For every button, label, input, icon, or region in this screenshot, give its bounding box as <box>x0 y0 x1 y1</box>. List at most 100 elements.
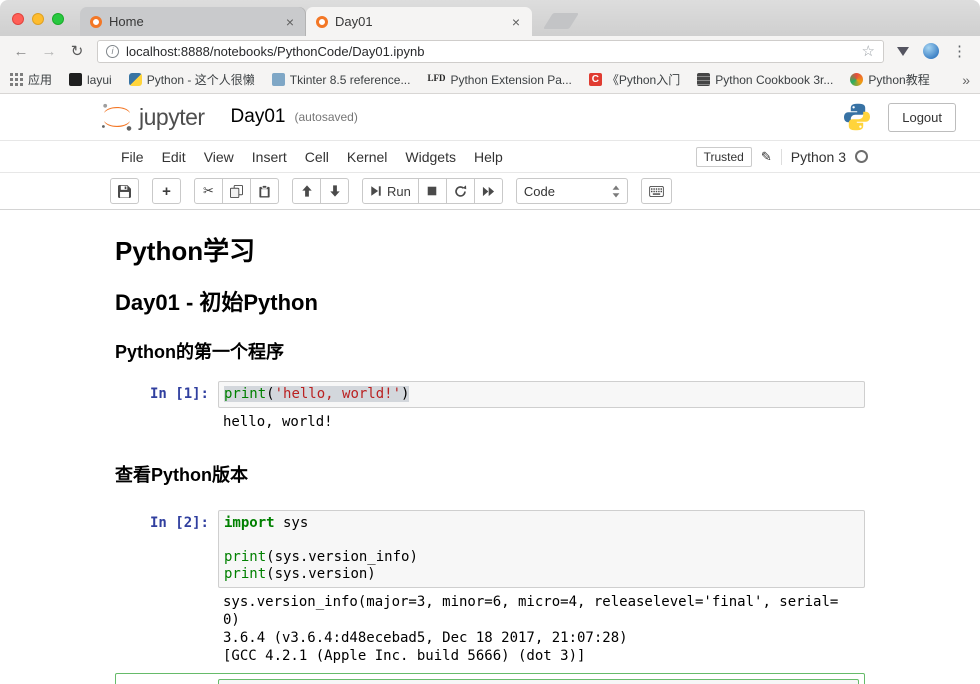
paste-cell-button[interactable] <box>250 178 279 204</box>
cell-output-2: sys.version_info(major=3, minor=6, micro… <box>115 593 865 665</box>
notebook-title[interactable]: Day01 <box>231 106 286 128</box>
bookmark-python-tutorial[interactable]: Python教程 <box>850 71 929 88</box>
bookmark-star-icon[interactable] <box>862 44 875 59</box>
bookmark-tkinter[interactable]: Tkinter 8.5 reference... <box>272 73 411 87</box>
jupyter-logo-text: jupyter <box>139 104 205 131</box>
browser-menu-icon[interactable] <box>948 42 971 60</box>
cell-type-dropdown[interactable]: Code <box>516 178 628 204</box>
header-right: Logout <box>842 102 956 132</box>
bookmark-label: layui <box>87 73 112 87</box>
restart-run-all-button[interactable] <box>474 178 503 204</box>
tab-home[interactable]: Home <box>80 7 306 36</box>
bookmark-python-blog[interactable]: Python - 这个人很懒 <box>129 71 255 88</box>
bookmark-layui[interactable]: layui <box>69 73 112 87</box>
tab-day01[interactable]: Day01 <box>306 7 532 36</box>
book-favicon <box>697 73 710 86</box>
extension-triangle-icon[interactable] <box>897 47 909 56</box>
arrow-down-icon <box>329 185 341 197</box>
forward-button[interactable] <box>37 44 61 59</box>
menu-cell[interactable]: Cell <box>296 143 338 171</box>
divider <box>781 149 782 165</box>
bookmark-cookbook[interactable]: Python Cookbook 3r... <box>697 73 833 87</box>
extension-globe-icon[interactable] <box>923 43 939 59</box>
reload-button[interactable] <box>65 44 89 59</box>
tab-close-icon[interactable] <box>284 15 296 29</box>
notebook-container: Python学习 Day01 - 初始Python Python的第一个程序 I… <box>115 236 865 684</box>
logout-button[interactable]: Logout <box>888 103 956 132</box>
trusted-badge[interactable]: Trusted <box>696 147 752 167</box>
kernel-name: Python 3 <box>791 149 846 165</box>
menu-insert[interactable]: Insert <box>243 143 296 171</box>
restart-kernel-button[interactable] <box>446 178 475 204</box>
input-prompt: In [2]: <box>115 510 218 588</box>
interrupt-kernel-button[interactable] <box>418 178 447 204</box>
bookmark-label: Python教程 <box>868 71 929 88</box>
python-favicon <box>129 73 142 86</box>
cut-cell-button[interactable] <box>194 178 223 204</box>
bookmark-apps[interactable]: 应用 <box>10 71 52 88</box>
c-site-favicon: C <box>589 73 602 86</box>
run-cell-button[interactable]: Run <box>362 178 419 204</box>
bookmarks-overflow-chevron[interactable]: » <box>962 72 970 88</box>
code-input-area[interactable] <box>218 679 859 684</box>
jupyter-logo[interactable]: jupyter <box>100 102 205 132</box>
code-cell-2[interactable]: In [2]: import sys print(sys.version_inf… <box>115 510 865 588</box>
jupyter-favicon <box>316 16 328 28</box>
bookmark-lfd[interactable]: LFD Python Extension Pa... <box>427 73 571 87</box>
bookmark-label: 应用 <box>28 71 52 88</box>
menu-edit[interactable]: Edit <box>153 143 195 171</box>
tabs: Home Day01 <box>0 0 574 36</box>
empty-code-cell-selected[interactable]: In [ ]: <box>115 673 865 684</box>
move-cell-down-button[interactable] <box>320 178 349 204</box>
copy-icon <box>230 185 243 198</box>
menu-view[interactable]: View <box>195 143 243 171</box>
fast-forward-icon <box>482 185 495 198</box>
bookmark-python-intro[interactable]: C 《Python入门 <box>589 71 680 88</box>
save-button[interactable] <box>110 178 139 204</box>
address-bar[interactable]: localhost:8888/notebooks/PythonCode/Day0… <box>97 40 884 63</box>
new-tab-button[interactable] <box>543 13 579 29</box>
input-prompt: In [1]: <box>115 381 218 408</box>
bookmark-label: Python - 这个人很懒 <box>147 71 255 88</box>
bookmarks-bar: 应用 layui Python - 这个人很懒 Tkinter 8.5 refe… <box>0 66 980 94</box>
command-palette-button[interactable] <box>641 178 672 204</box>
menu-file[interactable]: File <box>112 143 153 171</box>
site-info-icon[interactable] <box>106 45 119 58</box>
back-button[interactable] <box>9 44 33 59</box>
close-window-button[interactable] <box>12 13 24 25</box>
copy-cell-button[interactable] <box>222 178 251 204</box>
output-text: hello, world! <box>218 413 333 431</box>
input-prompt: In [ ]: <box>121 679 218 684</box>
menu-help[interactable]: Help <box>465 143 512 171</box>
output-prompt-spacer <box>115 593 218 665</box>
browser-window: Home Day01 localhost:8888/notebooks/Pyth… <box>0 0 980 684</box>
minimize-window-button[interactable] <box>32 13 44 25</box>
code-cell-1[interactable]: In [1]: print('hello, world!') <box>115 381 865 408</box>
browser-toolbar: localhost:8888/notebooks/PythonCode/Day0… <box>0 36 980 66</box>
tab-label: Day01 <box>335 14 503 29</box>
move-cell-up-button[interactable] <box>292 178 321 204</box>
apps-grid-icon <box>10 73 23 86</box>
zoom-window-button[interactable] <box>52 13 64 25</box>
tutorial-favicon <box>850 73 863 86</box>
jupyter-header: jupyter Day01 (autosaved) Logout <box>0 94 980 140</box>
code-input-area[interactable]: import sys print(sys.version_info) print… <box>218 510 865 588</box>
tkinter-favicon <box>272 73 285 86</box>
menu-widgets[interactable]: Widgets <box>396 143 465 171</box>
bookmark-label: 《Python入门 <box>607 71 680 88</box>
tab-label: Home <box>109 14 277 29</box>
tab-close-icon[interactable] <box>510 15 522 29</box>
add-cell-button[interactable] <box>152 178 181 204</box>
plus-icon <box>162 183 171 200</box>
edit-mode-pencil-icon <box>761 149 772 165</box>
markdown-heading-1: Python学习 <box>115 236 865 266</box>
code-text: print('hello, world!') <box>224 386 859 403</box>
menu-kernel[interactable]: Kernel <box>338 143 396 171</box>
bookmark-label: Tkinter 8.5 reference... <box>290 73 411 87</box>
bookmark-label: Python Cookbook 3r... <box>715 73 833 87</box>
url-text[interactable]: localhost:8888/notebooks/PythonCode/Day0… <box>126 44 855 59</box>
keyboard-icon <box>649 186 664 197</box>
kernel-idle-indicator <box>855 150 868 163</box>
paste-icon <box>258 185 271 198</box>
code-input-area[interactable]: print('hello, world!') <box>218 381 865 408</box>
